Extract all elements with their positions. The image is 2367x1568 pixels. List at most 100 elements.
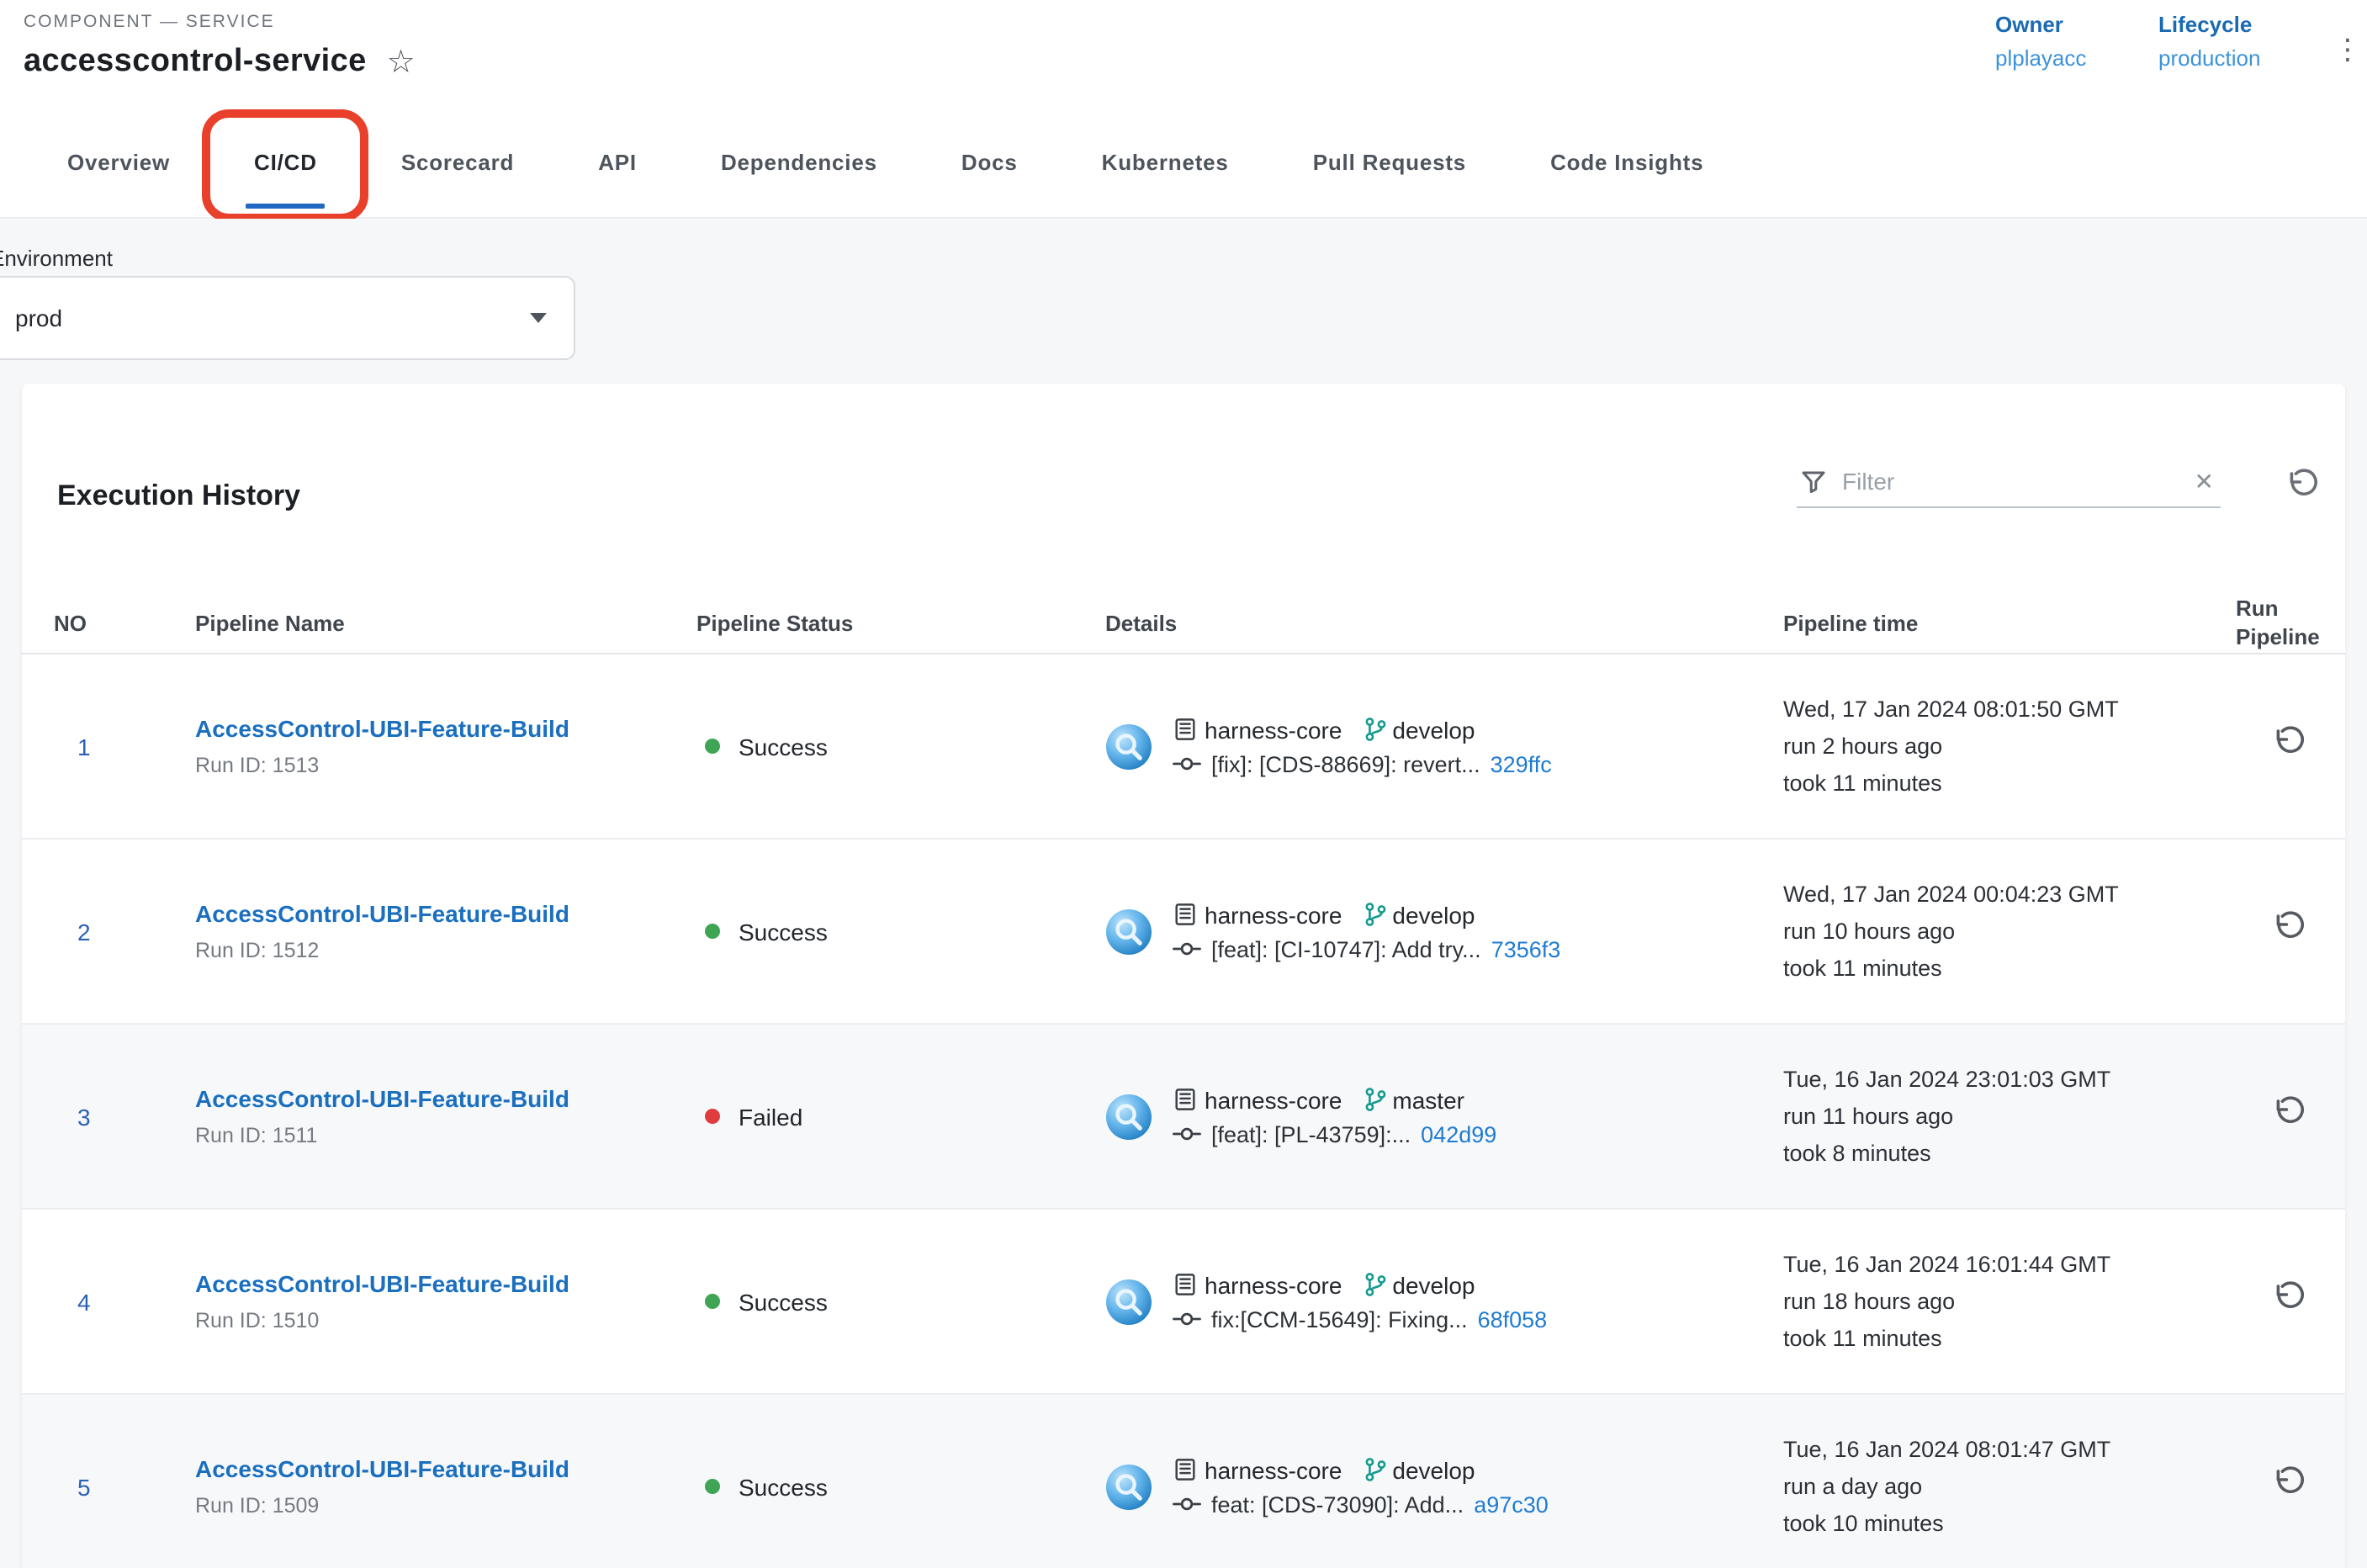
status-label: Success [739,1473,828,1500]
pipeline-name-link[interactable]: AccessControl-UBI-Feature-Build [195,900,696,927]
run-id: Run ID: 1512 [195,939,696,962]
pipeline-name-link[interactable]: AccessControl-UBI-Feature-Build [195,1085,696,1112]
row-number: 2 [54,918,195,945]
run-id: Run ID: 1510 [195,1309,696,1332]
run-pipeline-button[interactable] [2273,910,2306,944]
owner-block: Owner plplayacc [1995,12,2086,71]
commit-icon [1173,1122,1201,1146]
commit-hash-link[interactable]: 329ffc [1491,751,1552,776]
row-number: 1 [54,733,195,760]
status-dot [705,739,720,754]
run-pipeline-icon [2273,1465,2306,1499]
details-cell: harness-core develop feat: [CDS-73090]: … [1105,1456,1783,1517]
tab[interactable]: Dependencies [679,106,919,217]
page-content: Environment prod Execution History ✕ NO … [0,219,2367,1568]
lifecycle-block: Lifecycle production [2158,12,2260,71]
repo-icon [1173,1457,1198,1482]
commit-hash-link[interactable]: 68f058 [1478,1306,1548,1332]
execution-history-title: Execution History [57,479,300,513]
filter-input[interactable] [1842,468,2179,495]
pipeline-module-icon [1105,1463,1152,1510]
pipeline-time-cell: Wed, 17 Jan 2024 00:04:23 GMT run 10 hou… [1783,876,2236,987]
pipeline-name-cell: AccessControl-UBI-Feature-Build Run ID: … [195,1085,696,1147]
pipeline-status-cell: Success [696,733,1105,760]
col-no: NO [54,611,195,636]
tab[interactable]: Kubernetes [1060,106,1271,217]
run-pipeline-button[interactable] [2273,725,2306,759]
branch-name: develop [1392,1271,1475,1298]
pipeline-name-cell: AccessControl-UBI-Feature-Build Run ID: … [195,1455,696,1518]
app-window: COMPONENT — SERVICE accesscontrol-servic… [0,0,2367,1568]
detail-lines: harness-core develop [fix]: [CDS-88669]:… [1173,716,1552,776]
run-pipeline-cell [2236,725,2325,767]
tab-label: Kubernetes [1102,149,1229,174]
execution-history-card: Execution History ✕ NO Pipeline Name Pip… [22,384,2345,1568]
details-cell: harness-core develop fix:[CCM-15649]: Fi… [1105,1271,1783,1332]
commit-message: fix:[CCM-15649]: Fixing... [1211,1306,1468,1332]
pipeline-time-date: Wed, 17 Jan 2024 00:04:23 GMT [1783,876,2236,913]
commit-icon [1173,1492,1201,1516]
favorite-star-icon[interactable]: ☆ [387,46,416,78]
status-label: Success [739,918,828,945]
lifecycle-link[interactable]: production [2158,45,2260,71]
lifecycle-label: Lifecycle [2158,12,2260,37]
pipeline-name-cell: AccessControl-UBI-Feature-Build Run ID: … [195,1270,696,1332]
pipeline-name-link[interactable]: AccessControl-UBI-Feature-Build [195,1270,696,1297]
run-pipeline-icon [2273,725,2306,759]
pipeline-time-cell: Tue, 16 Jan 2024 23:01:03 GMT run 11 hou… [1783,1061,2236,1172]
refresh-button[interactable] [2286,468,2320,501]
tab[interactable]: Code Insights [1508,106,1745,217]
run-pipeline-button[interactable] [2273,1095,2306,1129]
clear-filter-icon[interactable]: ✕ [2195,469,2214,493]
commit-icon [1173,1307,1201,1331]
tab[interactable]: Overview [25,106,212,217]
branch-name: develop [1392,901,1475,928]
run-pipeline-cell [2236,1280,2325,1322]
kebab-menu-icon[interactable]: ⋮ [2333,34,2362,67]
git-branch-icon [1362,1087,1387,1112]
commit-hash-link[interactable]: a97c30 [1474,1491,1549,1517]
pipeline-module-icon [1105,908,1152,955]
pipeline-module-icon [1105,1278,1152,1325]
col-run-pipeline: Run Pipeline [2236,595,2325,652]
pipeline-module-icon [1105,723,1152,770]
run-pipeline-button[interactable] [2273,1465,2306,1499]
pipeline-status-cell: Success [696,918,1105,945]
tab[interactable]: Pull Requests [1271,106,1508,217]
repo-icon [1173,1272,1198,1297]
pipeline-time-relative: run 11 hours ago [1783,1098,2236,1135]
table-row: 4 AccessControl-UBI-Feature-Build Run ID… [22,1210,2345,1395]
tab-label: Pull Requests [1313,149,1466,174]
commit-hash-link[interactable]: 7356f3 [1491,936,1561,961]
git-branch-icon [1362,717,1387,742]
status-dot [705,1294,720,1309]
col-pipeline-status: Pipeline Status [696,611,1105,636]
pipeline-time-duration: took 10 minutes [1783,1505,2236,1542]
branch-name: master [1392,1086,1464,1113]
table-header-row: NO Pipeline Name Pipeline Status Details… [22,594,2345,654]
commit-hash-link[interactable]: 042d99 [1421,1121,1496,1147]
tab[interactable]: CI/CD [212,106,359,217]
owner-link[interactable]: plplayacc [1995,45,2086,71]
commit-icon [1173,937,1201,961]
detail-lines: harness-core master [feat]: [PL-43759]:.… [1173,1086,1496,1147]
tab[interactable]: Docs [919,106,1060,217]
tab[interactable]: Scorecard [359,106,556,217]
pipeline-name-link[interactable]: AccessControl-UBI-Feature-Build [195,1455,696,1482]
environment-select[interactable]: prod [0,276,575,360]
table-row: 2 AccessControl-UBI-Feature-Build Run ID… [22,840,2345,1025]
pipeline-status-cell: Failed [696,1103,1105,1130]
detail-lines: harness-core develop fix:[CCM-15649]: Fi… [1173,1271,1547,1332]
page-title: accesscontrol-service [24,44,367,81]
tab[interactable]: API [556,106,679,217]
details-cell: harness-core master [feat]: [PL-43759]:.… [1105,1086,1783,1147]
pipeline-name-link[interactable]: AccessControl-UBI-Feature-Build [195,715,696,742]
table-row: 3 AccessControl-UBI-Feature-Build Run ID… [22,1025,2345,1210]
pipeline-time-relative: run a day ago [1783,1468,2236,1505]
commit-message: feat: [CDS-73090]: Add... [1211,1491,1464,1517]
status-dot [705,924,720,939]
pipeline-name-cell: AccessControl-UBI-Feature-Build Run ID: … [195,900,696,962]
git-branch-icon [1362,902,1387,927]
run-pipeline-button[interactable] [2273,1280,2306,1314]
pipeline-time-cell: Tue, 16 Jan 2024 16:01:44 GMT run 18 hou… [1783,1246,2236,1357]
